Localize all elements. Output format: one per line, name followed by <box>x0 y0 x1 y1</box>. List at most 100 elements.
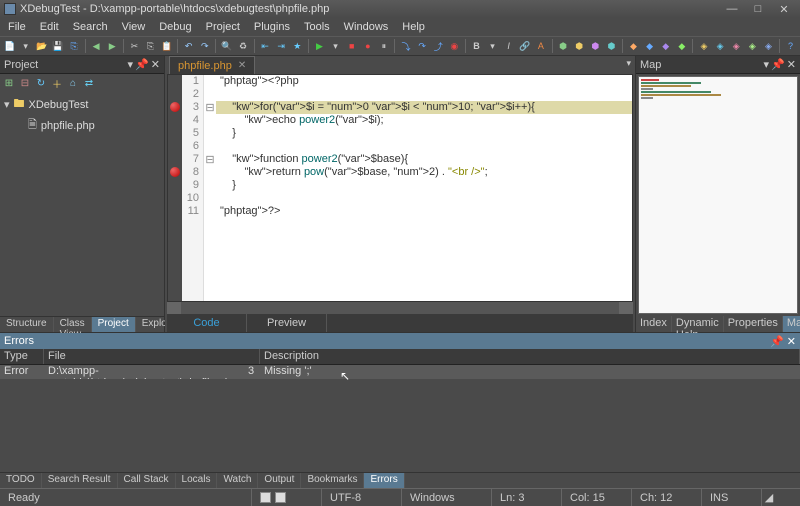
line-number[interactable]: 9 <box>182 179 199 192</box>
fold-toggle[interactable] <box>204 114 216 127</box>
ext3-icon[interactable]: ◆ <box>658 38 673 54</box>
code-line[interactable]: "kw">function power2("var">$base){ <box>216 153 632 166</box>
panel-close-icon[interactable]: ✕ <box>151 58 160 71</box>
breakpoint-icon[interactable] <box>170 167 180 177</box>
code-line[interactable] <box>216 140 632 153</box>
panel-pin-icon[interactable]: 📌 <box>135 58 149 71</box>
fold-toggle[interactable] <box>204 166 216 179</box>
code-line[interactable] <box>216 192 632 205</box>
proj-add-icon[interactable]: ＋ <box>50 76 64 90</box>
menu-view[interactable]: View <box>116 20 152 34</box>
tab-properties[interactable]: Properties <box>724 316 783 332</box>
fold-toggle[interactable] <box>204 75 216 88</box>
help-icon[interactable]: ? <box>783 38 798 54</box>
step-over-icon[interactable]: ↷ <box>415 38 430 54</box>
line-number[interactable]: 1 <box>182 75 199 88</box>
proj-sync-icon[interactable]: ⇄ <box>82 76 96 90</box>
new-dropdown-icon[interactable]: ▾ <box>18 38 33 54</box>
tool2-icon[interactable]: ⬢ <box>572 38 587 54</box>
line-number[interactable]: 5 <box>182 127 199 140</box>
maximize-button[interactable]: □ <box>746 2 770 16</box>
db4-icon[interactable]: ◈ <box>745 38 760 54</box>
code-line[interactable]: } <box>216 179 632 192</box>
line-number[interactable]: 3 <box>182 101 199 114</box>
line-number[interactable]: 4 <box>182 114 199 127</box>
save-icon[interactable]: 💾 <box>50 38 65 54</box>
bookmark-next-icon[interactable]: ⇥ <box>274 38 289 54</box>
db2-icon[interactable]: ◈ <box>712 38 727 54</box>
tab-output[interactable]: Output <box>258 473 301 488</box>
tab-bookmarks[interactable]: Bookmarks <box>301 473 364 488</box>
save-all-icon[interactable]: ⎘ <box>67 38 82 54</box>
code-line[interactable]: "kw">echo power2("var">$i); <box>216 114 632 127</box>
proj-expand-icon[interactable]: ⊞ <box>2 76 16 90</box>
editor-tab[interactable]: phpfile.php ✕ <box>169 56 255 74</box>
menu-tools[interactable]: Tools <box>298 20 336 34</box>
panel-dropdown-icon[interactable]: ▾ <box>128 58 134 71</box>
code-line[interactable]: "phptag"><?php <box>216 75 632 88</box>
db3-icon[interactable]: ◈ <box>729 38 744 54</box>
replace-icon[interactable]: ♻ <box>235 38 250 54</box>
run-icon[interactable]: ▶ <box>312 38 327 54</box>
forward-icon[interactable]: ▶ <box>105 38 120 54</box>
breakpoint-icon[interactable]: ◉ <box>447 38 462 54</box>
tree-expand-icon[interactable]: ▾ <box>4 98 10 111</box>
ext1-icon[interactable]: ◆ <box>626 38 641 54</box>
undo-icon[interactable]: ↶ <box>181 38 196 54</box>
stop-icon[interactable]: ■ <box>344 38 359 54</box>
line-number[interactable]: 6 <box>182 140 199 153</box>
tool1-icon[interactable]: ⬢ <box>555 38 570 54</box>
menu-help[interactable]: Help <box>396 20 431 34</box>
project-tree[interactable]: ▾ 🖿 XDebugTest 🗎 phpfile.php <box>0 92 164 316</box>
tool3-icon[interactable]: ⬢ <box>588 38 603 54</box>
fold-toggle[interactable] <box>204 205 216 218</box>
fold-toggle[interactable] <box>204 192 216 205</box>
scroll-left-icon[interactable] <box>167 302 181 314</box>
menu-project[interactable]: Project <box>200 20 246 34</box>
step-into-icon[interactable]: ⤵ <box>398 38 413 54</box>
tree-root[interactable]: ▾ 🖿 XDebugTest <box>4 94 160 115</box>
menu-plugins[interactable]: Plugins <box>248 20 296 34</box>
col-type[interactable]: Type <box>0 349 44 364</box>
tab-project[interactable]: Project <box>92 317 136 332</box>
fold-toggle[interactable]: ⊟ <box>204 101 216 114</box>
ext4-icon[interactable]: ◆ <box>674 38 689 54</box>
back-icon[interactable]: ◀ <box>89 38 104 54</box>
tab-map[interactable]: Map <box>783 316 800 332</box>
panel-dropdown-icon[interactable]: ▾ <box>764 58 770 71</box>
proj-home-icon[interactable]: ⌂ <box>66 76 80 90</box>
tab-errors[interactable]: Errors <box>364 473 404 488</box>
status-eol[interactable]: Windows <box>402 489 492 506</box>
tabs-dropdown-icon[interactable]: ▾ <box>626 58 631 69</box>
preview-tab[interactable]: Preview <box>247 314 327 332</box>
tab-watch[interactable]: Watch <box>217 473 258 488</box>
italic-icon[interactable]: I <box>501 38 516 54</box>
new-file-icon[interactable]: 📄 <box>2 38 17 54</box>
bold-icon[interactable]: B <box>469 38 484 54</box>
close-button[interactable]: ✕ <box>772 2 796 16</box>
run-dropdown-icon[interactable]: ▾ <box>328 38 343 54</box>
anchor-icon[interactable]: A <box>533 38 548 54</box>
code-line[interactable] <box>216 88 632 101</box>
panel-close-icon[interactable]: ✕ <box>787 58 796 71</box>
code-tab[interactable]: Code <box>167 314 247 332</box>
status-encoding[interactable]: UTF-8 <box>322 489 402 506</box>
record-icon[interactable]: ● <box>360 38 375 54</box>
panel-pin-icon[interactable]: 📌 <box>770 336 784 348</box>
redo-icon[interactable]: ↷ <box>197 38 212 54</box>
tab-structure[interactable]: Structure <box>0 317 54 332</box>
fold-toggle[interactable] <box>204 88 216 101</box>
fold-toggle[interactable] <box>204 179 216 192</box>
minimap[interactable] <box>638 76 798 314</box>
code-line[interactable]: "kw">for("var">$i = "num">0 "var">$i < "… <box>216 101 632 114</box>
fold-toggle[interactable]: ⊟ <box>204 153 216 166</box>
resize-grip-icon[interactable]: ◢ <box>762 491 776 504</box>
menu-debug[interactable]: Debug <box>153 20 197 34</box>
panel-close-icon[interactable]: ✕ <box>787 336 796 348</box>
line-number[interactable]: 2 <box>182 88 199 101</box>
code-line[interactable]: "phptag">?> <box>216 205 632 218</box>
tab-close-icon[interactable]: ✕ <box>238 60 246 71</box>
paste-icon[interactable]: 📋 <box>159 38 174 54</box>
minimize-button[interactable]: — <box>720 2 744 16</box>
dropdown-icon[interactable]: ▾ <box>485 38 500 54</box>
